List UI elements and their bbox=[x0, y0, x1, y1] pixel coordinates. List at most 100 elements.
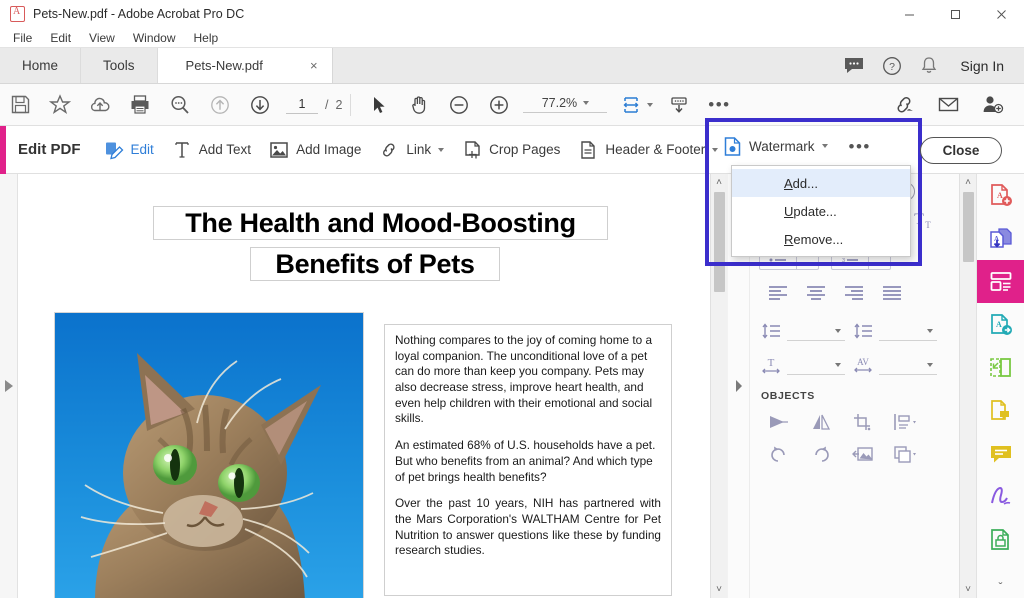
compress-pdf-tool[interactable] bbox=[977, 346, 1024, 389]
watermark-update-item[interactable]: Update... bbox=[732, 197, 910, 225]
search-icon[interactable] bbox=[160, 88, 200, 122]
fill-and-sign-tool[interactable] bbox=[977, 389, 1024, 432]
header-footer-label: Header & Footer bbox=[605, 142, 705, 157]
watermark-more-button[interactable]: ••• bbox=[849, 138, 871, 155]
fit-page-icon[interactable] bbox=[611, 88, 651, 122]
document-text-block[interactable]: Nothing compares to the joy of coming ho… bbox=[384, 324, 672, 596]
scroll-up-icon[interactable]: ˄ bbox=[965, 174, 971, 191]
line-spacing-row bbox=[759, 314, 969, 348]
align-justify-button[interactable] bbox=[873, 278, 911, 308]
tab-home[interactable]: Home bbox=[0, 48, 81, 83]
flip-vertical-button[interactable] bbox=[759, 407, 799, 437]
scroll-down-icon[interactable]: ˅ bbox=[965, 581, 971, 598]
rotate-clockwise-button[interactable] bbox=[801, 439, 841, 469]
scroll-up-icon[interactable]: ˄ bbox=[716, 174, 722, 191]
scroll-down-icon[interactable]: ˅ bbox=[716, 581, 722, 598]
select-cursor-icon[interactable] bbox=[359, 88, 399, 122]
cloud-upload-icon[interactable] bbox=[80, 88, 120, 122]
crop-image-button[interactable] bbox=[843, 407, 883, 437]
document-title-line1[interactable]: The Health and Mood-Boosting bbox=[153, 206, 608, 240]
help-circle-icon[interactable]: ? bbox=[882, 56, 902, 76]
expand-navigation-icon[interactable] bbox=[5, 380, 13, 392]
chevron-down-icon[interactable] bbox=[822, 144, 828, 148]
tabby-cat-photo[interactable] bbox=[54, 312, 364, 598]
save-icon[interactable] bbox=[0, 88, 40, 122]
align-center-button[interactable] bbox=[797, 278, 835, 308]
menu-file[interactable]: File bbox=[4, 30, 41, 46]
create-pdf-tool[interactable]: A bbox=[977, 174, 1024, 217]
menu-help[interactable]: Help bbox=[185, 30, 228, 46]
zoom-out-icon[interactable] bbox=[439, 88, 479, 122]
more-tools-icon[interactable]: ˇ bbox=[999, 580, 1003, 594]
watermark-add-item[interactable]: Add... bbox=[732, 169, 910, 197]
align-objects-button[interactable] bbox=[885, 407, 925, 437]
hand-icon[interactable] bbox=[399, 88, 439, 122]
window-controls bbox=[886, 0, 1024, 28]
print-icon[interactable] bbox=[120, 88, 160, 122]
menu-view[interactable]: View bbox=[80, 30, 124, 46]
chevron-down-icon[interactable] bbox=[835, 329, 841, 333]
close-window-button[interactable] bbox=[978, 0, 1024, 28]
add-image-label: Add Image bbox=[296, 142, 361, 157]
flip-horizontal-button[interactable] bbox=[801, 407, 841, 437]
chevron-down-icon[interactable] bbox=[438, 148, 444, 152]
watermark-button[interactable]: Watermark ••• bbox=[722, 136, 871, 156]
header-footer-button[interactable]: Header & Footer bbox=[569, 134, 727, 166]
crop-pages-button[interactable]: Crop Pages bbox=[453, 134, 569, 166]
close-icon[interactable]: × bbox=[310, 58, 318, 73]
comment-tool[interactable] bbox=[977, 432, 1024, 475]
align-right-button[interactable] bbox=[835, 278, 873, 308]
toolbar-more-label: ••• bbox=[708, 96, 730, 113]
add-text-button[interactable]: Add Text bbox=[163, 134, 260, 166]
sign-in-button[interactable]: Sign In bbox=[956, 58, 1008, 74]
left-navigation-rail[interactable] bbox=[0, 174, 18, 598]
toolbar-right-group bbox=[884, 88, 1024, 122]
link-button[interactable]: Link bbox=[370, 134, 453, 166]
scrollbar-thumb[interactable] bbox=[963, 192, 974, 262]
fit-page-chevron-icon[interactable] bbox=[647, 103, 653, 107]
align-left-button[interactable] bbox=[759, 278, 797, 308]
format-panel-scrollbar[interactable]: ˄ ˅ bbox=[959, 174, 976, 598]
share-link-icon[interactable] bbox=[884, 88, 924, 122]
chevron-down-icon[interactable] bbox=[583, 101, 589, 105]
tab-document[interactable]: Pets-New.pdf × bbox=[158, 48, 333, 83]
minimize-button[interactable] bbox=[886, 0, 932, 28]
chevron-down-icon[interactable] bbox=[712, 148, 718, 152]
export-pdf-tool[interactable]: A bbox=[977, 217, 1024, 260]
zoom-level-selector[interactable]: 77.2% bbox=[523, 96, 607, 113]
toolbar-more-button[interactable]: ••• bbox=[699, 88, 739, 122]
arrange-objects-button[interactable] bbox=[885, 439, 925, 469]
star-icon[interactable] bbox=[40, 88, 80, 122]
close-edit-toolbar-button[interactable]: Close bbox=[920, 137, 1002, 164]
edit-button[interactable]: Edit bbox=[95, 134, 163, 166]
replace-image-button[interactable] bbox=[843, 439, 883, 469]
menu-edit[interactable]: Edit bbox=[41, 30, 80, 46]
request-signatures-tool[interactable] bbox=[977, 475, 1024, 518]
menu-window[interactable]: Window bbox=[124, 30, 185, 46]
chevron-down-icon[interactable] bbox=[927, 329, 933, 333]
document-title-line2[interactable]: Benefits of Pets bbox=[250, 247, 500, 281]
email-icon[interactable] bbox=[928, 88, 968, 122]
rotate-counterclockwise-button[interactable] bbox=[759, 439, 799, 469]
document-lines-icon bbox=[578, 140, 598, 160]
add-image-button[interactable]: Add Image bbox=[260, 134, 370, 166]
document-scrollbar[interactable]: ˄ ˅ bbox=[710, 174, 727, 598]
comment-bubble-icon[interactable] bbox=[844, 57, 864, 74]
previous-page-icon[interactable] bbox=[200, 88, 240, 122]
watermark-remove-item[interactable]: Remove... bbox=[732, 225, 910, 253]
scroll-mode-icon[interactable] bbox=[659, 88, 699, 122]
tab-tools[interactable]: Tools bbox=[81, 48, 158, 83]
maximize-button[interactable] bbox=[932, 0, 978, 28]
chevron-down-icon[interactable] bbox=[835, 363, 841, 367]
combine-files-tool[interactable]: A bbox=[977, 303, 1024, 346]
chevron-down-icon[interactable] bbox=[927, 363, 933, 367]
protect-tool[interactable] bbox=[977, 518, 1024, 561]
page-number-input[interactable] bbox=[286, 95, 318, 114]
scrollbar-thumb[interactable] bbox=[714, 192, 725, 292]
bell-icon[interactable] bbox=[920, 56, 938, 75]
zoom-in-icon[interactable] bbox=[479, 88, 519, 122]
next-page-icon[interactable] bbox=[240, 88, 280, 122]
watermark-page-icon bbox=[722, 136, 742, 156]
edit-pdf-tool[interactable] bbox=[977, 260, 1024, 303]
add-person-icon[interactable] bbox=[972, 88, 1012, 122]
